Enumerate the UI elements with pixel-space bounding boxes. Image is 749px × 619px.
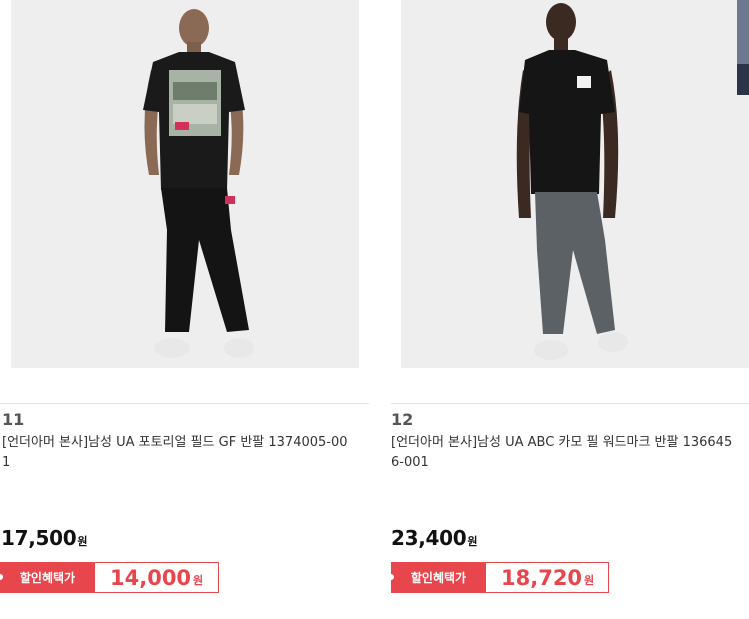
price-unit: 원 (77, 535, 88, 548)
edge-image-top (737, 0, 749, 64)
sale-price-unit: 원 (193, 574, 204, 587)
edge-image-bottom (737, 64, 749, 95)
sale-price-box: 할인혜택가 14,000 원 (0, 562, 219, 593)
sale-price-value: 14,000 (110, 565, 192, 590)
product-rank: 12 (391, 410, 414, 429)
next-product-image-edge[interactable] (737, 0, 749, 95)
price-unit: 원 (467, 535, 478, 548)
sale-label: 할인혜택가 (0, 562, 95, 593)
sale-label-text: 할인혜택가 (410, 571, 467, 585)
product-title[interactable]: [언더아머 본사]남성 UA 포토리얼 필드 GF 반팔 1374005-001 (2, 433, 350, 473)
product-title[interactable]: [언더아머 본사]남성 UA ABC 카모 필 워드마크 반팔 1366456-… (391, 433, 739, 473)
price-value: 23,400 (391, 526, 467, 550)
model-photo-icon (401, 0, 749, 368)
divider (391, 403, 749, 404)
sale-price: 14,000 원 (95, 562, 219, 593)
dot-icon (0, 574, 3, 580)
model-photo-icon (11, 0, 359, 368)
sale-price-box: 할인혜택가 18,720 원 (388, 562, 609, 593)
price-value: 17,500 (1, 526, 77, 550)
product-rank: 11 (2, 410, 25, 429)
product-image[interactable] (11, 0, 359, 368)
product-price: 17,500원 (1, 526, 88, 550)
product-image[interactable] (401, 0, 749, 368)
sale-label-text: 할인혜택가 (19, 571, 76, 585)
sale-price-unit: 원 (584, 574, 595, 587)
dot-icon (388, 574, 394, 580)
product-price: 23,400원 (391, 526, 478, 550)
sale-label: 할인혜택가 (388, 562, 486, 593)
sale-price-value: 18,720 (501, 565, 583, 590)
divider (0, 403, 369, 404)
sale-price: 18,720 원 (486, 562, 609, 593)
